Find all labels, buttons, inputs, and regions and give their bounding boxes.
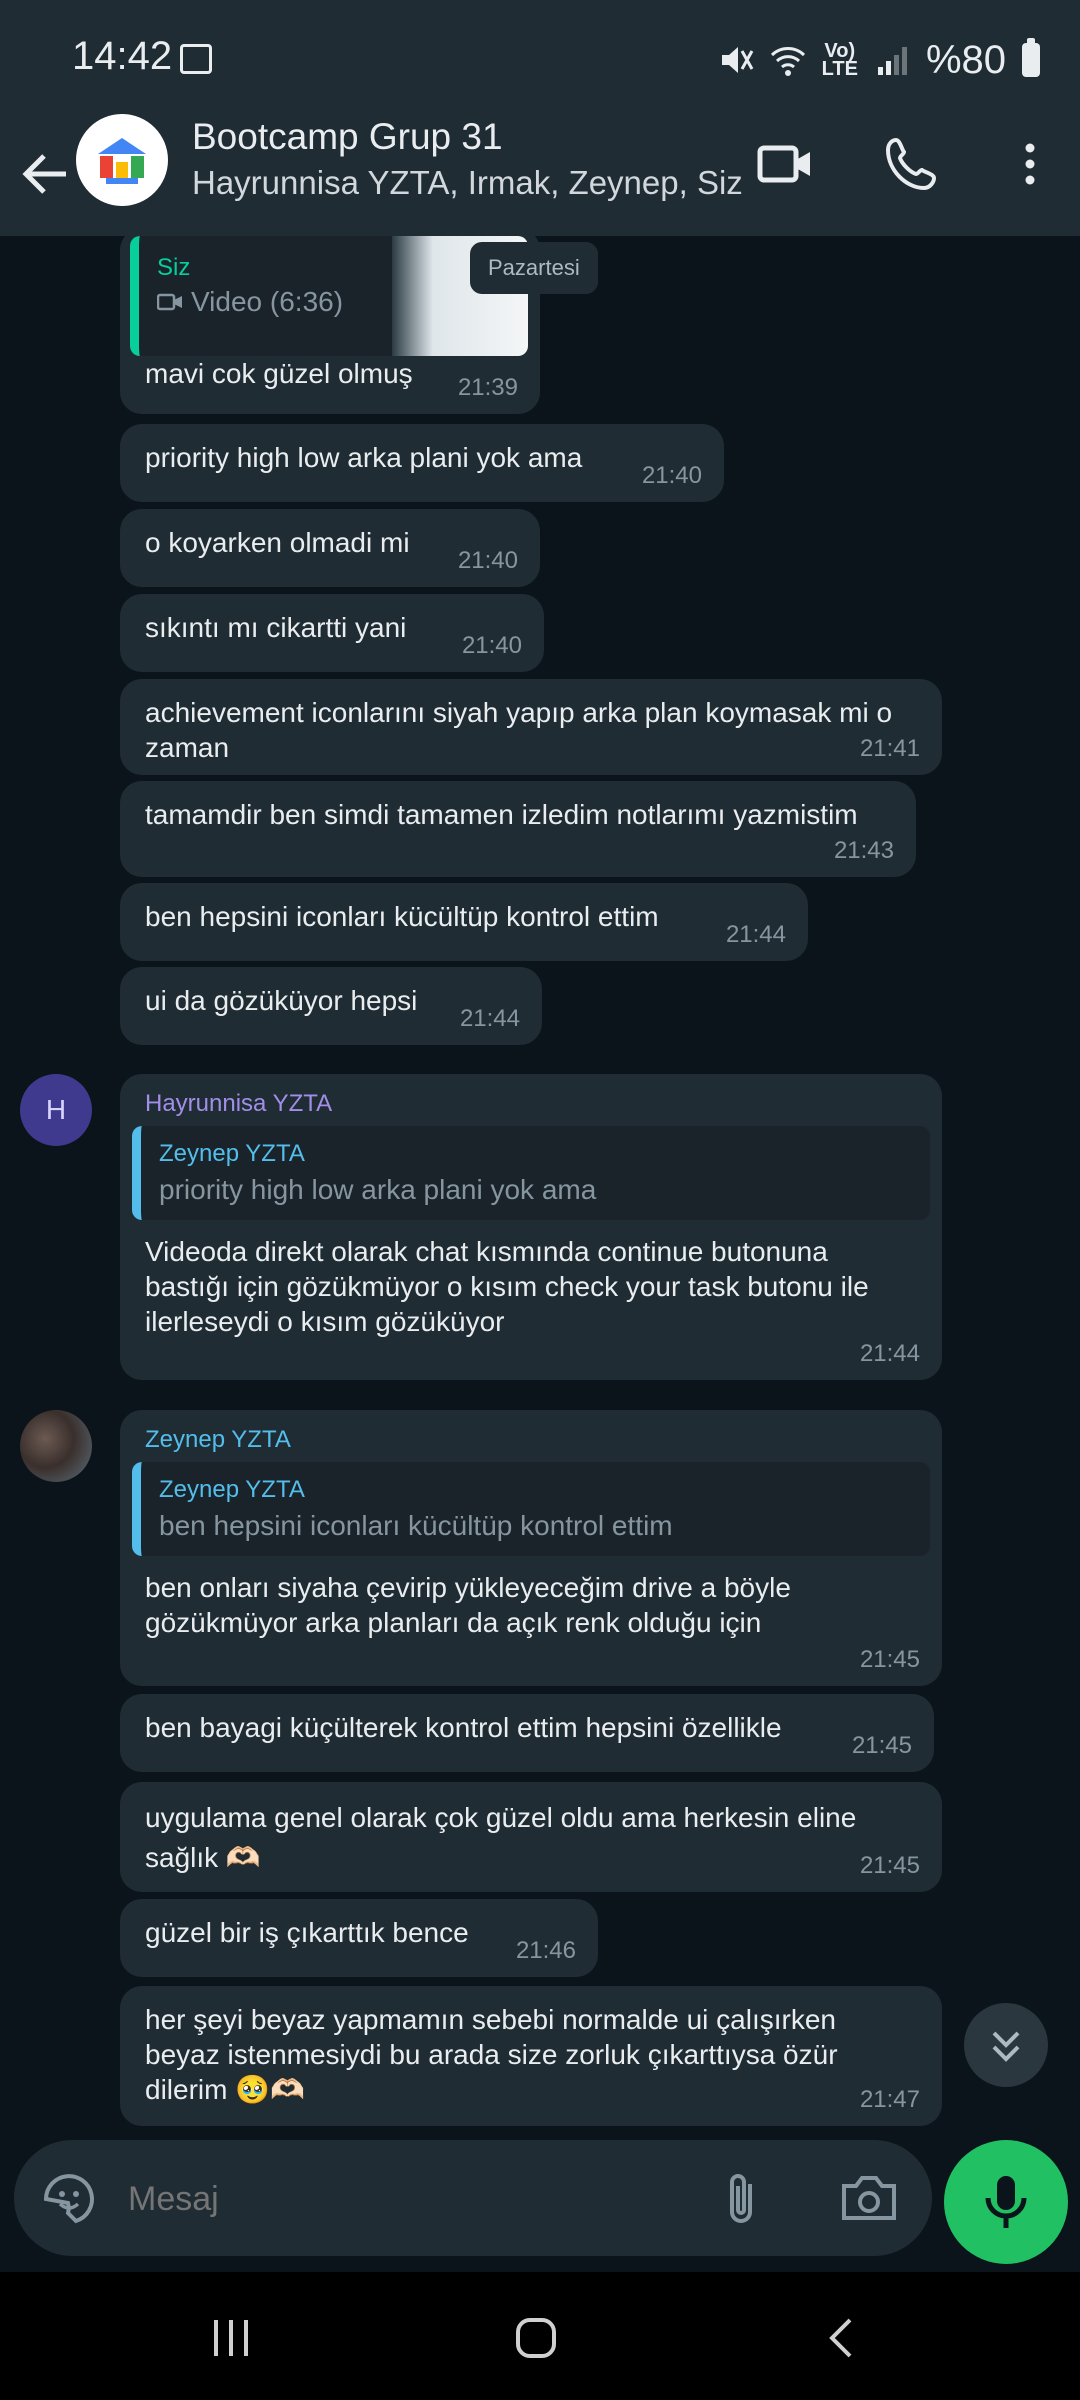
- quoted-video[interactable]: Siz Video (6:36): [130, 236, 528, 356]
- message-bubble[interactable]: ben bayagi küçülterek kontrol ettim heps…: [120, 1694, 934, 1772]
- message-bubble[interactable]: Zeynep YZTA Zeynep YZTA ben hepsini icon…: [120, 1410, 942, 1686]
- status-bar: 14:42 Vo) LTE %80: [0, 0, 1080, 118]
- message-time: 21:44: [459, 1005, 520, 1032]
- recent-apps-icon[interactable]: [206, 2316, 256, 2360]
- message-text: güzel bir iş çıkarttık bence: [145, 1917, 469, 1948]
- message-bubble[interactable]: ben hepsini iconları kücültüp kontrol et…: [120, 883, 808, 961]
- message-time: 21:45: [859, 1852, 920, 1879]
- chat-messages[interactable]: Siz Video (6:36) mavi cok güzel olmuş 21…: [0, 236, 1080, 2136]
- message-time: 21:40: [457, 547, 518, 574]
- message-text: tamamdir ben simdi tamamen izledim notla…: [145, 799, 858, 830]
- back-arrow-icon[interactable]: [18, 146, 74, 202]
- message-text: Videoda direkt olarak chat kısmında cont…: [145, 1236, 869, 1337]
- message-time: 21:40: [641, 462, 702, 489]
- system-back-icon[interactable]: [820, 2316, 864, 2360]
- group-avatar[interactable]: [76, 114, 168, 206]
- sticker-icon[interactable]: [40, 2170, 98, 2228]
- microphone-icon: [985, 2176, 1027, 2228]
- message-text: priority high low arka plani yok ama: [145, 442, 583, 473]
- message-time: 21:40: [461, 632, 522, 659]
- message-bubble[interactable]: priority high low arka plani yok ama 21:…: [120, 424, 724, 502]
- quoted-message[interactable]: Zeynep YZTA priority high low arka plani…: [132, 1126, 930, 1220]
- message-text: ben onları siyaha çevirip yükleyeceğim d…: [145, 1572, 791, 1638]
- message-text: her şeyi beyaz yapmamın sebebi normalde …: [145, 2004, 838, 2105]
- message-time: 21:41: [859, 735, 920, 762]
- battery-icon: [1022, 38, 1040, 77]
- video-call-icon[interactable]: [756, 134, 816, 194]
- system-nav-bar: [0, 2272, 1080, 2400]
- group-logo-icon: [98, 138, 146, 184]
- message-time: 21:44: [859, 1340, 920, 1367]
- status-time: 14:42: [72, 34, 173, 78]
- group-members[interactable]: Hayrunnisa YZTA, Irmak, Zeynep, Siz: [192, 164, 743, 202]
- message-bubble[interactable]: ui da gözüküyor hepsi 21:44: [120, 967, 542, 1045]
- message-text: achievement iconlarını siyah yapıp arka …: [145, 697, 893, 763]
- battery-percent: %80: [925, 37, 1006, 82]
- quote-sender: Siz: [157, 254, 191, 281]
- message-text: uygulama genel olarak çok güzel oldu ama…: [145, 1802, 857, 1873]
- quote-sender: Zeynep YZTA: [159, 1140, 305, 1167]
- message-time: 21:44: [725, 921, 786, 948]
- double-chevron-down-icon: [992, 2031, 1020, 2062]
- home-icon[interactable]: [514, 2316, 558, 2360]
- message-time: 21:45: [851, 1732, 912, 1759]
- more-options-icon[interactable]: [1000, 134, 1060, 194]
- quote-text: priority high low arka plani yok ama: [159, 1174, 597, 1205]
- message-bubble[interactable]: tamamdir ben simdi tamamen izledim notla…: [120, 781, 916, 877]
- group-title[interactable]: Bootcamp Grup 31: [192, 116, 503, 158]
- gallery-notification-icon: [180, 44, 212, 74]
- mute-icon: [721, 47, 753, 73]
- message-time: 21:39: [457, 374, 518, 401]
- message-text: mavi cok güzel olmuş: [145, 358, 413, 389]
- avatar[interactable]: [20, 1410, 92, 1482]
- camera-icon[interactable]: [840, 2172, 898, 2224]
- message-time: 21:43: [833, 837, 894, 864]
- wifi-icon: [770, 47, 805, 76]
- message-bubble[interactable]: o koyarken olmadi mi 21:40: [120, 509, 540, 587]
- quote-sender: Zeynep YZTA: [159, 1476, 305, 1503]
- message-bubble[interactable]: sıkıntı mı cikartti yani 21:40: [120, 594, 544, 672]
- message-bubble[interactable]: uygulama genel olarak çok güzel oldu ama…: [120, 1782, 942, 1892]
- attach-icon[interactable]: [720, 2170, 764, 2230]
- volte-icon: Vo) LTE: [821, 40, 858, 80]
- message-time: 21:47: [859, 2086, 920, 2113]
- message-composer[interactable]: [14, 2140, 932, 2256]
- voice-call-icon[interactable]: [882, 134, 942, 194]
- video-icon: [157, 293, 182, 311]
- signal-icon: [877, 47, 907, 75]
- sender-name[interactable]: Zeynep YZTA: [145, 1426, 917, 1454]
- message-text: ben bayagi küçülterek kontrol ettim heps…: [145, 1712, 782, 1743]
- message-bubble[interactable]: her şeyi beyaz yapmamın sebebi normalde …: [120, 1986, 942, 2126]
- quote-text: Video (6:36): [191, 286, 344, 317]
- avatar[interactable]: H: [20, 1074, 92, 1146]
- message-bubble[interactable]: güzel bir iş çıkarttık bence 21:46: [120, 1899, 598, 1977]
- quoted-message[interactable]: Zeynep YZTA ben hepsini iconları kücültü…: [132, 1462, 930, 1556]
- date-chip: Pazartesi: [470, 242, 598, 294]
- message-bubble[interactable]: Hayrunnisa YZTA Zeynep YZTA priority hig…: [120, 1074, 942, 1380]
- quote-text: ben hepsini iconları kücültüp kontrol et…: [159, 1510, 673, 1541]
- sender-name[interactable]: Hayrunnisa YZTA: [145, 1090, 917, 1118]
- message-bubble[interactable]: achievement iconlarını siyah yapıp arka …: [120, 679, 942, 775]
- message-time: 21:46: [515, 1937, 576, 1964]
- scroll-to-bottom-button[interactable]: [964, 2003, 1048, 2087]
- message-time: 21:45: [859, 1646, 920, 1673]
- message-text: ben hepsini iconları kücültüp kontrol et…: [145, 901, 659, 932]
- message-input[interactable]: [126, 2170, 690, 2228]
- voice-record-button[interactable]: [944, 2140, 1068, 2264]
